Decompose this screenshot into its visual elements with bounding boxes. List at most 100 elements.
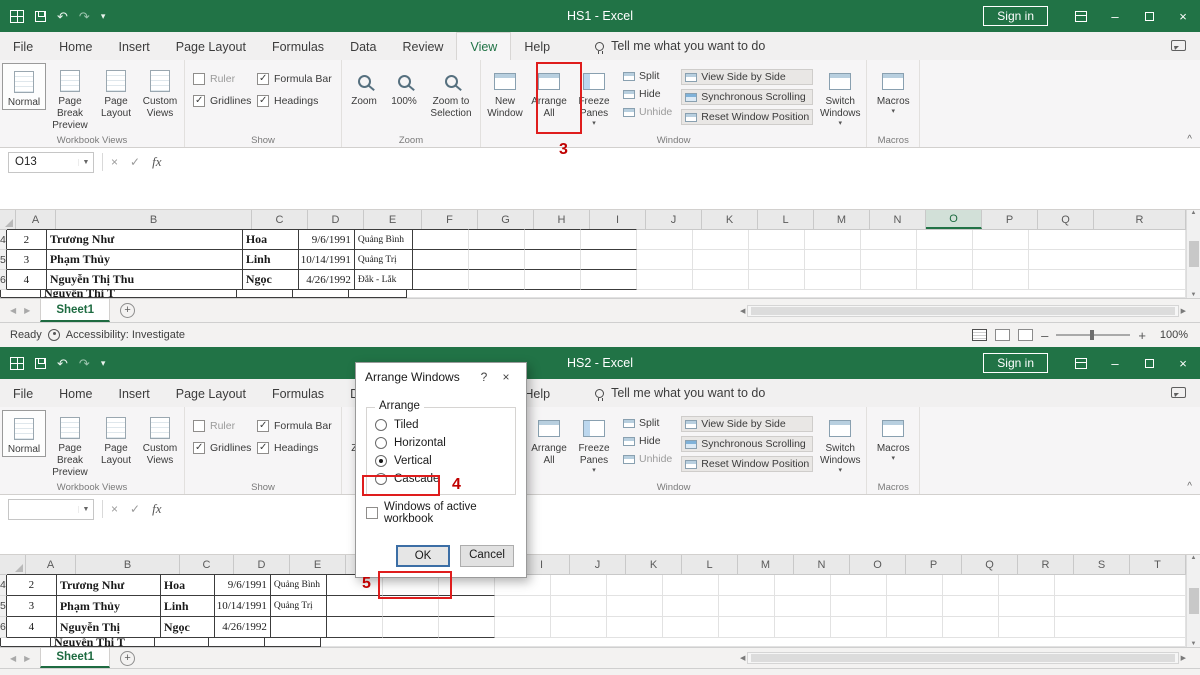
column-header[interactable]: A — [26, 555, 76, 574]
hide-button[interactable]: Hide — [620, 434, 675, 448]
zoom-to-selection-button[interactable]: Zoom to Selection — [424, 63, 478, 120]
grid-cell[interactable] — [349, 290, 407, 298]
ribbon-display-options-button[interactable] — [1064, 347, 1098, 379]
grid-cell[interactable]: Quảng Trị — [271, 596, 327, 617]
comments-icon[interactable] — [1171, 40, 1186, 51]
maximize-button[interactable] — [1132, 0, 1166, 32]
grid-cell[interactable]: Nguyễn Thị T — [51, 638, 155, 647]
grid-cell[interactable] — [1029, 270, 1186, 290]
grid-cell[interactable] — [805, 230, 861, 250]
grid-cell[interactable] — [999, 596, 1055, 617]
row-header[interactable]: 4 — [0, 575, 7, 596]
grid-cell[interactable] — [551, 596, 607, 617]
grid-cell[interactable] — [413, 270, 469, 290]
grid-cell[interactable]: 10/14/1991 — [215, 596, 271, 617]
column-header[interactable]: O — [850, 555, 906, 574]
headings-checkbox[interactable]: Headings — [257, 442, 333, 454]
column-header[interactable]: I — [590, 210, 646, 229]
grid-cell[interactable] — [749, 230, 805, 250]
switch-windows-button[interactable]: Switch Windows ▾ — [816, 63, 864, 128]
grid-cell[interactable] — [1029, 250, 1186, 270]
grid-cell[interactable] — [719, 617, 775, 638]
minimize-button[interactable]: – — [1098, 0, 1132, 32]
grid-cell[interactable] — [663, 575, 719, 596]
scroll-left-icon[interactable]: ◀ — [740, 307, 745, 315]
tab-formulas[interactable]: Formulas — [259, 32, 337, 60]
grid-cell[interactable] — [237, 290, 293, 298]
windows-of-active-workbook-checkbox[interactable]: Windows of active workbook — [366, 505, 516, 521]
collapse-ribbon-icon[interactable]: ^ — [1187, 134, 1192, 145]
grid-cell[interactable]: Phạm Thủy — [57, 596, 161, 617]
grid-cell[interactable] — [271, 617, 327, 638]
comments-icon[interactable] — [1171, 387, 1186, 398]
formula-input[interactable] — [173, 499, 1196, 520]
grid-cell[interactable]: Trương Như — [57, 574, 161, 596]
zoom-slider[interactable] — [1056, 334, 1130, 336]
split-button[interactable]: Split — [620, 69, 675, 83]
horizontal-scrollbar[interactable]: ◀ ▶ — [740, 299, 1200, 322]
grid-cell[interactable] — [209, 638, 265, 647]
vertical-scrollbar[interactable]: ▲ ▼ — [1186, 555, 1200, 647]
page-break-preview-button[interactable]: Page Break Preview — [46, 410, 94, 478]
grid-cell[interactable] — [607, 596, 663, 617]
column-header[interactable]: L — [682, 555, 738, 574]
dialog-help-icon[interactable]: ? — [473, 370, 495, 384]
cancel-button[interactable]: Cancel — [460, 545, 514, 567]
grid-cell[interactable]: Quảng Bình — [355, 229, 413, 250]
grid-cell[interactable] — [1055, 617, 1186, 638]
grid-cell[interactable]: 4/26/1992 — [299, 270, 355, 290]
reset-window-position-button[interactable]: Reset Window Position — [681, 456, 813, 472]
grid-cell[interactable] — [775, 596, 831, 617]
grid-cell[interactable] — [999, 617, 1055, 638]
insert-function-icon[interactable]: fx — [152, 154, 161, 170]
switch-windows-button[interactable]: Switch Windows ▾ — [816, 410, 864, 475]
sheet-nav-next-icon[interactable]: ▶ — [24, 306, 30, 315]
radio-tiled[interactable]: Tiled — [375, 416, 507, 434]
grid-cell[interactable] — [831, 575, 887, 596]
grid-cell[interactable] — [693, 270, 749, 290]
tab-page-layout[interactable]: Page Layout — [163, 379, 259, 407]
grid-cell[interactable] — [917, 250, 973, 270]
column-header[interactable]: M — [814, 210, 870, 229]
tab-data[interactable]: Data — [337, 32, 389, 60]
page-layout-view-button[interactable]: Page Layout — [94, 63, 138, 120]
excel-app-icon[interactable] — [10, 10, 24, 23]
grid-cell[interactable] — [861, 230, 917, 250]
horizontal-scroll-thumb[interactable] — [751, 307, 1174, 315]
grid-cell[interactable] — [749, 250, 805, 270]
grid-cell[interactable] — [155, 638, 209, 647]
cancel-entry-icon[interactable]: × — [111, 502, 118, 516]
column-header[interactable]: D — [308, 210, 364, 229]
row-header[interactable]: 4 — [0, 230, 7, 250]
grid-cell[interactable] — [637, 270, 693, 290]
grid-cell[interactable] — [581, 250, 637, 270]
tab-formulas[interactable]: Formulas — [259, 379, 337, 407]
column-header[interactable]: N — [870, 210, 926, 229]
grid-cell[interactable] — [1, 290, 41, 298]
scroll-left-icon[interactable]: ◀ — [740, 654, 745, 662]
grid-cell[interactable] — [383, 617, 439, 638]
column-header[interactable]: F — [422, 210, 478, 229]
grid-cell[interactable] — [943, 617, 999, 638]
view-side-by-side-button[interactable]: View Side by Side — [681, 69, 813, 85]
macros-button[interactable]: Macros ▾ — [869, 63, 917, 116]
split-button[interactable]: Split — [620, 416, 675, 430]
save-icon[interactable] — [35, 358, 46, 369]
ruler-checkbox[interactable]: Ruler — [193, 73, 245, 85]
custom-views-button[interactable]: Custom Views — [138, 63, 182, 120]
tab-page-layout[interactable]: Page Layout — [163, 32, 259, 60]
grid-cell[interactable] — [581, 270, 637, 290]
qat-customize-icon[interactable]: ▾ — [101, 359, 106, 368]
freeze-panes-button[interactable]: Freeze Panes ▾ — [571, 410, 617, 475]
grid-cell[interactable]: Trương Như — [47, 229, 243, 250]
sheet-nav-prev-icon[interactable]: ◀ — [10, 654, 16, 663]
grid-cell[interactable] — [551, 575, 607, 596]
scroll-down-icon[interactable]: ▼ — [1191, 641, 1197, 647]
tell-me-box[interactable]: Tell me what you want to do — [585, 32, 775, 60]
grid-cell[interactable] — [469, 229, 525, 250]
reset-window-position-button[interactable]: Reset Window Position — [681, 109, 813, 125]
column-header[interactable]: L — [758, 210, 814, 229]
column-header[interactable]: C — [180, 555, 234, 574]
grid-cell[interactable] — [551, 617, 607, 638]
grid-cell[interactable] — [719, 596, 775, 617]
